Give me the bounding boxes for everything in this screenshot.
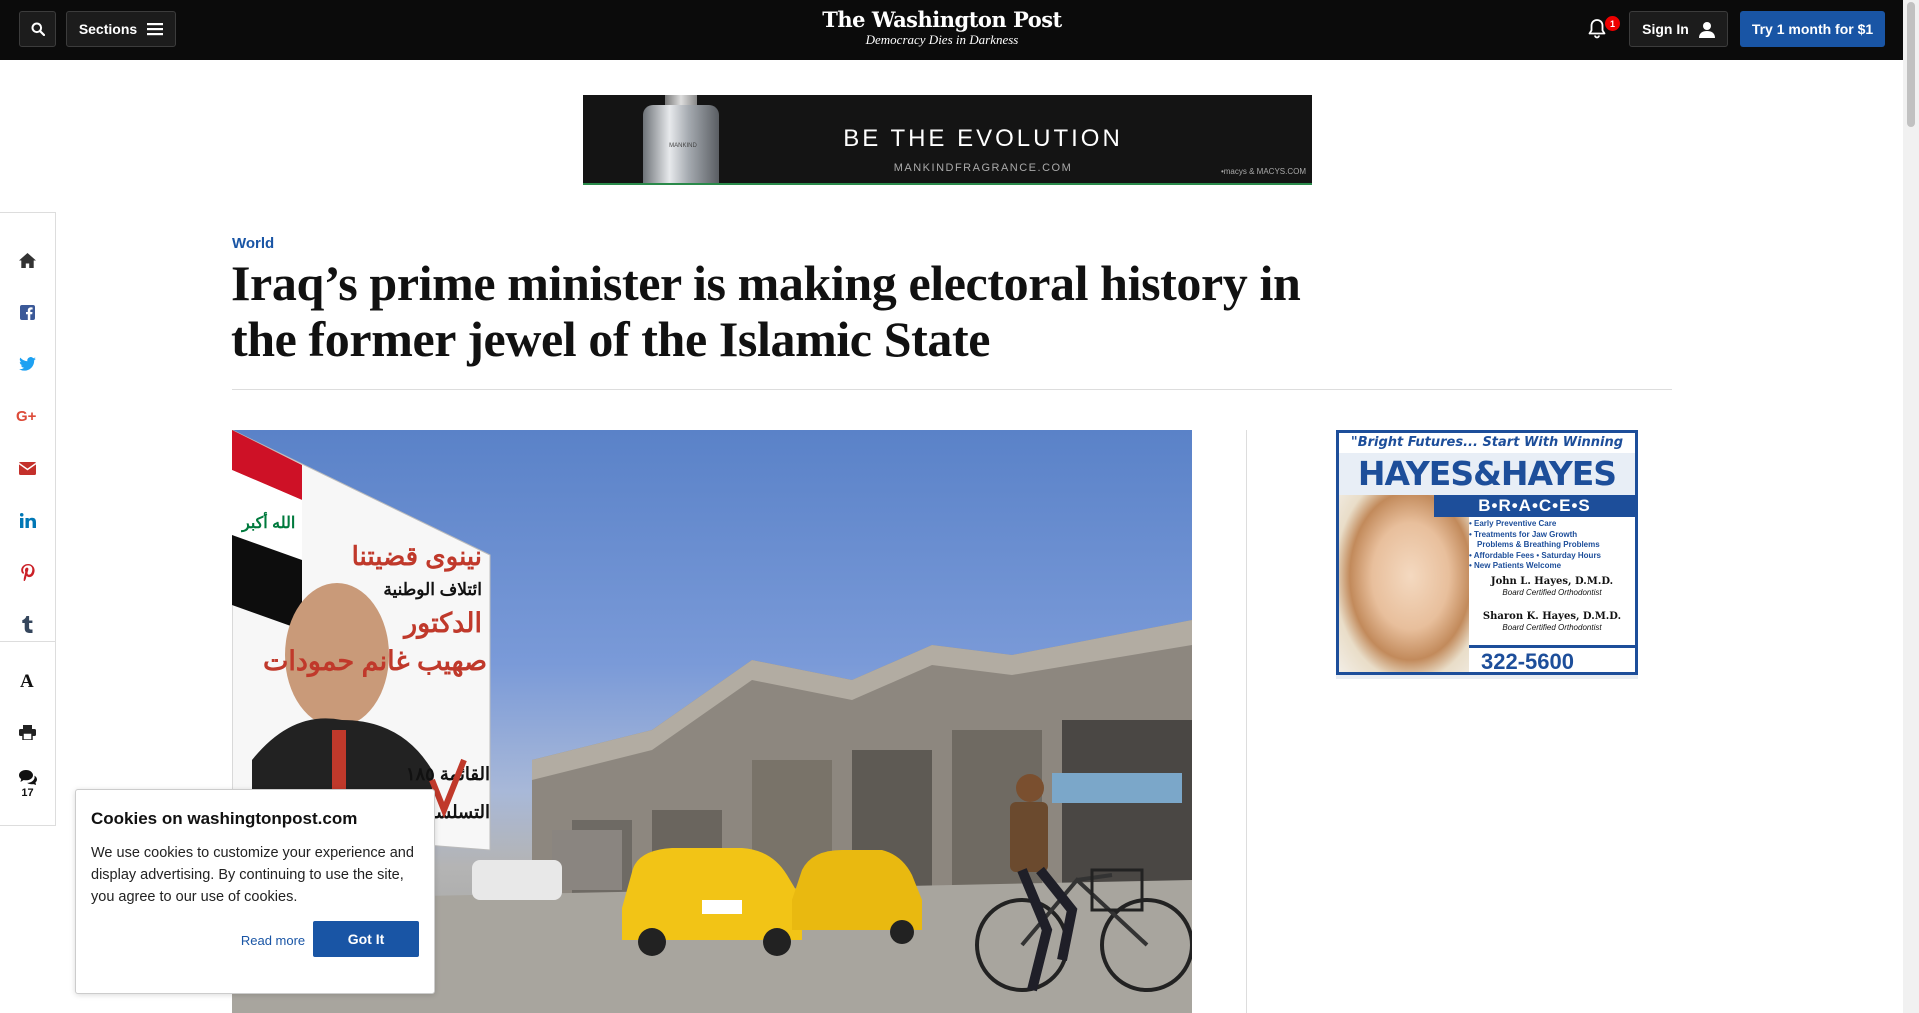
ad-subtitle: B•R•A•C•E•S <box>1434 495 1635 517</box>
share-tumblr-button[interactable] <box>0 598 55 650</box>
cookie-body: We use cookies to customize your experie… <box>91 845 414 905</box>
share-facebook-button[interactable] <box>0 286 55 338</box>
logo-wordmark: The Washington Post <box>822 7 1062 32</box>
home-icon <box>19 252 36 268</box>
ad-smiling-woman-image <box>1339 495 1469 672</box>
banner-advertisement[interactable]: MANKIND BE THE EVOLUTION MANKINDFRAGRANC… <box>583 95 1312 185</box>
bottle-label: MANKIND <box>669 143 697 149</box>
cyclist-body <box>1010 802 1048 872</box>
share-rail: G+ A 17 <box>0 212 56 826</box>
scrollbar-thumb[interactable] <box>1907 2 1915 127</box>
share-pinterest-button[interactable] <box>0 546 55 598</box>
doctor-title: Board Certified Orthodontist <box>1502 588 1602 597</box>
yellow-taxi <box>792 850 922 930</box>
rail-divider <box>0 641 55 642</box>
search-button[interactable] <box>19 11 56 47</box>
user-icon <box>1698 21 1715 38</box>
ad-headline: BE THE EVOLUTION <box>843 125 1123 152</box>
page-scrollbar[interactable] <box>1903 0 1919 1013</box>
cyclist-head <box>1016 774 1044 802</box>
linkedin-icon <box>19 512 36 528</box>
taxi-wheel <box>638 928 666 956</box>
header-divider <box>232 389 1672 390</box>
home-button[interactable] <box>0 234 55 286</box>
sections-label: Sections <box>78 21 138 37</box>
share-email-button[interactable] <box>0 442 55 494</box>
taxi-plate <box>702 900 742 914</box>
doctor-name: Sharon K. Hayes, D.M.D. <box>1482 611 1622 622</box>
poster-line-2: ائتلاف الوطنية <box>383 580 482 600</box>
print-icon <box>19 724 36 740</box>
column-divider <box>1246 430 1247 1013</box>
yellow-taxi <box>622 848 802 940</box>
white-car <box>472 860 562 900</box>
sidebar-advertisement[interactable]: "Bright Futures... Start With Winning Sm… <box>1336 430 1638 675</box>
share-linkedin-button[interactable] <box>0 494 55 546</box>
hamburger-icon <box>147 23 164 36</box>
tagline: Democracy Dies in Darkness <box>865 32 1019 47</box>
sign-in-label: Sign In <box>1642 21 1689 37</box>
font-size-icon: A <box>20 671 34 689</box>
svg-text:A: A <box>20 671 34 689</box>
flag-text: الله أكبر <box>241 511 295 533</box>
google-plus-icon: G+ <box>16 409 37 423</box>
comments-button[interactable]: 17 <box>0 758 55 810</box>
sign-in-button[interactable]: Sign In <box>1629 11 1728 47</box>
share-twitter-button[interactable] <box>0 338 55 390</box>
facebook-icon <box>20 304 35 320</box>
ad-doctor-2: Sharon K. Hayes, D.M.D. Board Certified … <box>1469 611 1635 633</box>
poster-line-4: صهيب غانم حمودات <box>263 646 487 678</box>
ad-bullets: • Early Preventive Care • Treatments for… <box>1469 519 1635 572</box>
email-icon <box>19 461 36 475</box>
parked-truck <box>552 830 622 890</box>
svg-text:G+: G+ <box>16 409 37 423</box>
doctor-title: Board Certified Orthodontist <box>1502 623 1602 632</box>
ad-brand: HAYES&HAYES <box>1339 453 1635 495</box>
masthead-logo[interactable]: The Washington Post Democracy Dies in Da… <box>792 8 1092 48</box>
cookie-consent-dialog: Cookies on washingtonpost.com We use coo… <box>75 789 435 994</box>
share-google-plus-button[interactable]: G+ <box>0 390 55 442</box>
cookie-read-more-link[interactable]: Read more <box>233 933 313 948</box>
ad-retailer: •macys & MACYS.COM <box>1220 167 1306 176</box>
ad-phone: 322-5600 <box>1481 649 1574 674</box>
section-kicker[interactable]: World <box>232 235 274 252</box>
taxi-wheel <box>763 928 791 956</box>
tumblr-icon <box>22 615 33 633</box>
notification-badge: 1 <box>1605 16 1620 31</box>
comment-count: 17 <box>21 786 34 799</box>
print-button[interactable] <box>0 706 55 758</box>
doctor-name: John L. Hayes, D.M.D. <box>1490 576 1614 587</box>
ad-bullet: • Treatments for Jaw Growth <box>1469 529 1578 539</box>
ad-bullet: • New Patients Welcome <box>1469 561 1562 570</box>
twitter-icon <box>19 357 36 371</box>
ad-bullet: • Early Preventive Care <box>1469 519 1557 528</box>
building-facade <box>1062 720 1192 900</box>
shop-sign <box>1052 773 1182 803</box>
font-size-button[interactable]: A <box>0 654 55 706</box>
ad-doctor-1: John L. Hayes, D.M.D. Board Certified Or… <box>1469 576 1635 598</box>
ad-bullet: Problems & Breathing Problems <box>1477 540 1600 549</box>
pinterest-icon <box>20 563 35 581</box>
taxi-wheel <box>890 920 914 944</box>
poster-line-3: الدكتور <box>402 608 482 640</box>
article-headline: Iraq’s prime minister is making electora… <box>231 255 1301 367</box>
cookie-title: Cookies on washingtonpost.com <box>91 809 358 828</box>
subscribe-button[interactable]: Try 1 month for $1 <box>1740 11 1885 47</box>
cookie-accept-button[interactable]: Got It <box>313 921 419 957</box>
poster-number-1: القائمة ١٨٥ <box>406 764 490 784</box>
poster-line-1: نينوى قضيتنا <box>352 541 482 572</box>
search-icon <box>31 22 45 36</box>
ad-slogan: "Bright Futures... Start With Winning Sm… <box>1339 433 1635 470</box>
top-navigation-bar: Sections The Washington Post Democracy D… <box>0 0 1903 60</box>
ad-shadow <box>1336 675 1638 679</box>
sections-menu-button[interactable]: Sections <box>66 11 176 47</box>
ad-url: MANKINDFRAGRANCE.COM <box>893 162 1073 174</box>
ad-bullet: • Affordable Fees • Saturday Hours <box>1469 550 1601 560</box>
comments-icon <box>18 769 37 785</box>
